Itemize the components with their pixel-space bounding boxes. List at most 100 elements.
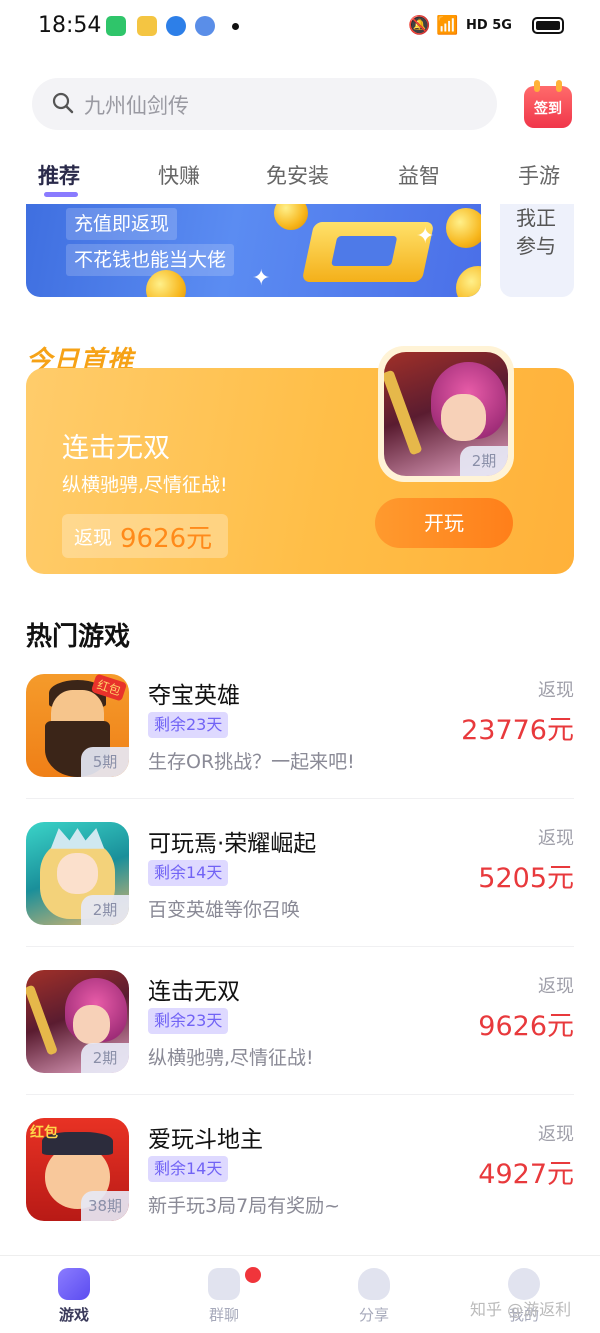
- game-description: 新手玩3局7局有奖励~: [148, 1195, 341, 1217]
- hot-games-title: 热门游戏: [26, 622, 131, 652]
- nav-games[interactable]: 游戏: [14, 1256, 134, 1333]
- active-tab-indicator: [44, 192, 78, 197]
- wifi-icon: 📶: [436, 15, 459, 36]
- face-shape: [441, 394, 486, 442]
- sparkle-icon: ✦: [416, 224, 435, 249]
- heart-shield-icon: [358, 1268, 390, 1300]
- rebate-value: 4927元: [478, 1159, 574, 1190]
- remaining-days-badge: 剩余23天: [148, 1008, 229, 1034]
- bottom-nav: 游戏 群聊 分享 我的: [0, 1255, 600, 1333]
- period-badge: 2期: [81, 895, 129, 925]
- sparkle-icon: ✦: [252, 266, 271, 291]
- sword-shape: [26, 984, 59, 1057]
- featured-game-card[interactable]: 连击无双 纵横驰骋,尽情征战! 返现 9626元 2期 开玩: [26, 346, 574, 574]
- game-list-item[interactable]: 2期 连击无双 剩余23天 纵横驰骋,尽情征战! 返现 9626元: [0, 970, 600, 1100]
- battery-icon: [532, 17, 564, 34]
- list-divider: [26, 798, 574, 799]
- cashback-value: 9626元: [120, 524, 213, 554]
- game-name: 可玩焉·荣耀崛起: [148, 831, 317, 857]
- nav-share[interactable]: 分享: [314, 1256, 434, 1333]
- list-divider: [26, 1094, 574, 1095]
- rebate-label: 返现: [538, 828, 574, 849]
- period-badge: 5期: [81, 747, 129, 777]
- knight-girl-icon: 2期: [26, 822, 129, 925]
- face-shape: [73, 1005, 111, 1045]
- app-notification-icon: [195, 16, 215, 36]
- face-shape: [56, 852, 99, 895]
- tab-mobile-games[interactable]: 手游: [518, 160, 560, 190]
- period-badge: 2期: [81, 1043, 129, 1073]
- tab-no-install[interactable]: 免安装: [266, 160, 329, 190]
- game-description: 百变英雄等你召唤: [148, 899, 301, 921]
- rebate-value: 5205元: [478, 863, 574, 894]
- rebate-label: 返现: [538, 680, 574, 701]
- game-list-item[interactable]: 2期 可玩焉·荣耀崛起 剩余14天 百变英雄等你召唤 返现 5205元: [0, 822, 600, 952]
- gamepad-icon: [58, 1268, 90, 1300]
- search-icon: [52, 92, 74, 114]
- calendar-ring-icon: [556, 80, 562, 92]
- remaining-days-badge: 剩余14天: [148, 1156, 229, 1182]
- nav-profile[interactable]: 我的: [464, 1256, 584, 1333]
- banner-line-1: 充值即返现: [66, 208, 178, 240]
- app-notification-icon: [137, 16, 157, 36]
- remaining-days-badge: 剩余23天: [148, 712, 229, 738]
- tab-quick-earn[interactable]: 快赚: [158, 160, 200, 190]
- chat-bubble-icon: [208, 1268, 240, 1300]
- game-name: 夺宝英雄: [148, 683, 240, 709]
- app-notification-icon: [166, 16, 186, 36]
- game-description: 生存OR挑战？一起来吧!: [148, 751, 355, 773]
- category-tabs: 推荐 快赚 免安装 益智 手游: [0, 150, 600, 200]
- rebate-value: 9626元: [478, 1011, 574, 1042]
- game-list-item[interactable]: 红包 5期 夺宝英雄 剩余23天 生存OR挑战？一起来吧! 返现 23776元: [0, 674, 600, 804]
- tab-recommend[interactable]: 推荐: [38, 160, 80, 190]
- signal-icon: HD 5G: [466, 18, 512, 33]
- nav-games-label: 游戏: [58, 1306, 89, 1324]
- coin-icon: [456, 266, 481, 297]
- period-badge: 2期: [460, 446, 508, 476]
- coin-icon: [446, 208, 481, 248]
- beard-hero-icon: 红包 5期: [26, 674, 129, 777]
- warrior-girl-icon: 2期: [26, 970, 129, 1073]
- rebate-label: 返现: [538, 1124, 574, 1145]
- featured-game-icon-frame: 2期: [378, 346, 514, 482]
- tab-puzzle[interactable]: 益智: [398, 160, 440, 190]
- status-time: 18:54: [38, 13, 102, 38]
- warrior-girl-icon: 2期: [384, 352, 508, 476]
- watermark: 知乎 @游返利: [470, 1300, 572, 1319]
- participating-label: 我正参与: [516, 206, 556, 258]
- promo-banner[interactable]: 充值即返现 不花钱也能当大佬 ✦ ✦: [26, 204, 481, 297]
- sword-shape: [384, 369, 424, 456]
- participating-card[interactable]: 我正参与: [500, 204, 574, 297]
- featured-cashback: 返现 9626元: [62, 514, 228, 558]
- rebate-label: 返现: [538, 976, 574, 997]
- red-packet-tag: 红包: [30, 1125, 58, 1141]
- featured-game-name: 连击无双: [62, 433, 170, 464]
- game-name: 连击无双: [148, 979, 240, 1005]
- unread-badge: [245, 1267, 261, 1283]
- nav-share-label: 分享: [358, 1306, 389, 1324]
- play-button[interactable]: 开玩: [375, 498, 513, 548]
- gold-ingot-icon: [301, 222, 435, 282]
- banner-line-2: 不花钱也能当大佬: [66, 244, 235, 276]
- game-name: 爱玩斗地主: [148, 1127, 263, 1153]
- rebate-value: 23776元: [461, 715, 574, 746]
- landlord-icon: 红包 38期: [26, 1118, 129, 1221]
- crown-shape: [50, 828, 105, 849]
- period-badge: 38期: [81, 1191, 129, 1221]
- search-input[interactable]: 九州仙剑传: [32, 78, 497, 130]
- more-notifications-icon: [232, 23, 239, 30]
- search-placeholder: 九州仙剑传: [84, 94, 189, 118]
- app-notification-icon: [106, 16, 126, 36]
- status-bar: 18:54 🔕 📶 HD 5G: [0, 0, 600, 52]
- signin-button[interactable]: 签到: [522, 80, 574, 130]
- nav-group-chat-label: 群聊: [208, 1306, 239, 1324]
- game-list-item[interactable]: 红包 38期 爱玩斗地主 剩余14天 新手玩3局7局有奖励~ 返现 4927元: [0, 1118, 600, 1248]
- calendar-ring-icon: [534, 80, 540, 92]
- featured-game-slogan: 纵横驰骋,尽情征战!: [62, 474, 228, 496]
- mute-bell-icon: 🔕: [408, 15, 431, 36]
- signin-label: 签到: [534, 101, 562, 117]
- cashback-label: 返现: [74, 527, 113, 549]
- list-divider: [26, 946, 574, 947]
- remaining-days-badge: 剩余14天: [148, 860, 229, 886]
- nav-group-chat[interactable]: 群聊: [164, 1256, 284, 1333]
